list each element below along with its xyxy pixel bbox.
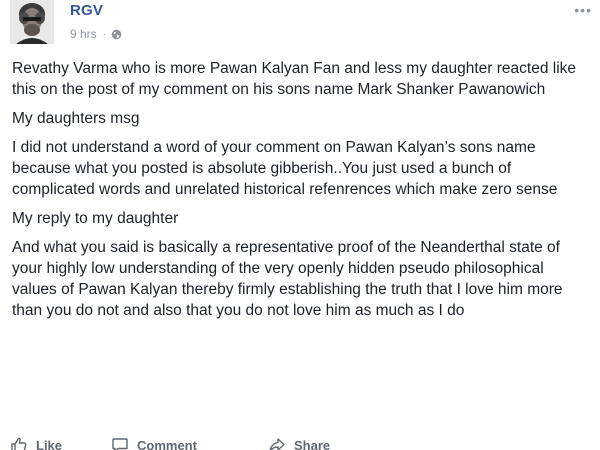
- comment-label: Comment: [137, 437, 197, 450]
- share-icon: [268, 436, 286, 450]
- post-meta: 9 hrs ·: [70, 27, 122, 41]
- post-paragraph: I did not understand a word of your comm…: [12, 139, 558, 198]
- globe-icon[interactable]: [111, 29, 122, 40]
- share-label: Share: [294, 437, 331, 450]
- post-paragraph: My reply to my daughter: [12, 210, 179, 227]
- comment-button[interactable]: Comment: [111, 436, 268, 450]
- comment-icon: [111, 436, 129, 450]
- share-button[interactable]: Share: [268, 436, 330, 450]
- facebook-post: RGV 9 hrs · ••• Revathy Varma who is mor…: [0, 0, 600, 450]
- post-timestamp[interactable]: 9 hrs: [70, 27, 97, 41]
- avatar[interactable]: [10, 0, 54, 44]
- post-paragraph: My daughters msg: [12, 110, 140, 127]
- post-paragraph: And what you said is basically a represe…: [12, 239, 563, 319]
- like-label: Like: [36, 437, 63, 450]
- thumbs-up-icon: [10, 436, 28, 450]
- author-name[interactable]: RGV: [70, 2, 103, 19]
- like-button[interactable]: Like: [10, 436, 103, 450]
- more-options-button[interactable]: •••: [574, 2, 592, 18]
- post-body: Revathy Varma who is more Pawan Kalyan F…: [12, 58, 587, 329]
- post-paragraph: Revathy Varma who is more Pawan Kalyan F…: [12, 60, 577, 98]
- meta-separator: ·: [102, 28, 107, 40]
- post-actions: Like Comment Share: [10, 436, 330, 450]
